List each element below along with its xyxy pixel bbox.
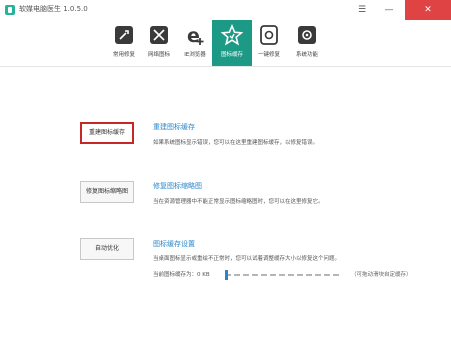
main-toolbar: 常用修复 网络图标 e IE浏览器 图标缓存 一键修复 系统功能: [0, 20, 451, 67]
tool-label: IE浏览器: [184, 52, 206, 58]
tool-label: 一键修复: [257, 52, 280, 58]
section-desc-rebuild: 如果系统图标显示错误，您可以在这里重建图标缓存，以修复错误。: [153, 140, 319, 146]
repair-thumbnail-button[interactable]: 修复图标缩略图: [80, 181, 134, 203]
system-functions-icon: [298, 26, 316, 44]
one-click-repair-icon: [260, 25, 278, 45]
app-title: 软媒电脑医生 1.0.5.0: [19, 5, 88, 13]
repair-wrench-icon: [115, 26, 133, 44]
tool-label: 系统功能: [295, 52, 318, 58]
app-logo-icon: [5, 5, 15, 15]
tool-system-functions[interactable]: 系统功能: [287, 20, 327, 66]
tool-label: 常用修复: [112, 52, 135, 58]
star-cache-icon: [221, 24, 243, 46]
menu-button[interactable]: ☰: [350, 0, 374, 20]
tool-one-click-repair[interactable]: 一键修复: [249, 20, 289, 66]
section-title-cache-settings: 图标缓存设置: [153, 240, 195, 248]
close-button[interactable]: ✕: [405, 0, 451, 20]
tool-label: 网络图标: [147, 52, 170, 58]
network-tools-icon: [150, 26, 168, 44]
section-desc-thumbnail: 当在资源管理器中不能正常显示图标缩略图时，您可以在这里修复它。: [153, 199, 324, 205]
tool-ie-browser[interactable]: e IE浏览器: [175, 20, 215, 66]
tool-label: 图标缓存: [220, 52, 243, 58]
section-desc-cache-settings: 当桌面图标显示或重绘不正常时，您可以试着调整缓存大小以修复这个问题。: [153, 256, 341, 262]
section-title-thumbnail: 修复图标缩略图: [153, 182, 202, 190]
auto-optimize-button[interactable]: 自动优化: [80, 238, 134, 260]
cache-slider-hint: （可拖动滑块自定缓存）: [351, 272, 412, 278]
tool-network[interactable]: 网络图标: [139, 20, 179, 66]
cache-size-slider[interactable]: [225, 274, 341, 276]
title-bar: 软媒电脑医生 1.0.5.0 ☰ — ✕: [0, 0, 451, 20]
section-title-rebuild: 重建图标缓存: [153, 123, 195, 131]
minimize-button[interactable]: —: [377, 0, 401, 20]
cache-size-label: 当前图标缓存为：0 KB: [153, 272, 210, 278]
svg-text:e: e: [187, 25, 200, 46]
tool-icon-cache[interactable]: 图标缓存: [212, 20, 252, 66]
cache-size-slider-thumb[interactable]: [225, 270, 228, 280]
cache-size-row: 当前图标缓存为：0 KB （可拖动滑块自定缓存）: [153, 270, 433, 280]
rebuild-icon-cache-button[interactable]: 重建图标缓存: [80, 122, 134, 144]
ie-browser-icon: e: [187, 25, 204, 46]
tool-common-repair[interactable]: 常用修复: [104, 20, 144, 66]
